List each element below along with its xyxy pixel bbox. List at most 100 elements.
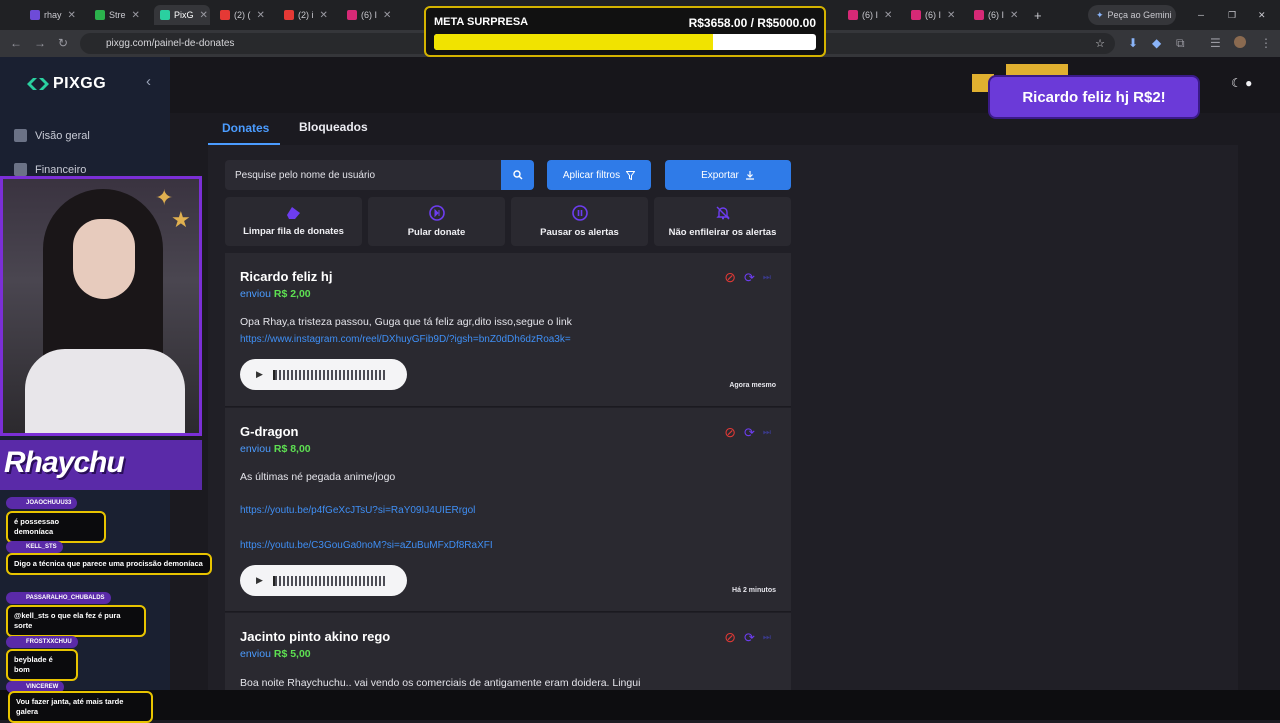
export-button[interactable]: Exportar — [665, 160, 791, 190]
browser-tab[interactable]: rhay ✕ — [30, 5, 90, 25]
donation-card: Ricardo feliz hj enviou R$ 2,00 ⊘ ⟳ ⏭ Op… — [225, 253, 791, 407]
goal-progress-fill — [434, 34, 714, 50]
close-tab-icon[interactable]: ✕ — [383, 10, 391, 21]
donor-name: Ricardo feliz hj — [240, 269, 333, 284]
donation-link[interactable]: https://www.instagram.com/reel/DXhuyGFib… — [240, 334, 571, 345]
skip-small-icon[interactable]: ⏭ — [763, 632, 771, 643]
block-icon[interactable]: ⊘ — [724, 424, 736, 441]
tab-favicon-icon — [160, 10, 170, 20]
donation-link[interactable]: https://youtu.be/C3GouGa0noM?si=aZuBuMFx… — [240, 540, 493, 551]
close-tab-icon[interactable]: ✕ — [947, 10, 955, 21]
browser-tab-active[interactable]: PixG ✕ — [154, 5, 210, 25]
browser-tab[interactable]: (6) I ✕ — [347, 5, 403, 25]
filter-icon — [626, 170, 636, 180]
search-input[interactable]: Pesquise pelo nome de usuário — [225, 160, 501, 190]
donation-actions: ⊘ ⟳ ⏭ — [724, 629, 771, 646]
extension-gem-icon[interactable]: ◆ — [1152, 36, 1161, 50]
donation-actions: ⊘ ⟳ ⏭ — [724, 269, 771, 286]
donation-link[interactable]: https://youtu.be/p4fGeXcJTsU?si=RaY09IJ4… — [240, 505, 475, 516]
tab-favicon-icon — [284, 10, 294, 20]
tab-favicon-icon — [220, 10, 230, 20]
gemini-button[interactable]: ✦ Peça ao Gemini — [1088, 5, 1176, 25]
replay-icon[interactable]: ⟳ — [744, 630, 755, 646]
streamer-shirt — [25, 349, 185, 433]
close-tab-icon[interactable]: ✕ — [884, 10, 892, 21]
search-button[interactable] — [501, 160, 534, 190]
audio-player[interactable]: ▶ — [240, 565, 407, 596]
tab-favicon-icon — [95, 10, 105, 20]
donation-time: Agora mesmo — [729, 382, 776, 389]
chat-message: Digo a técnica que parece uma procissão … — [6, 553, 212, 575]
audio-waveform[interactable] — [272, 575, 385, 586]
browser-tab[interactable]: (2) (✕ — [220, 5, 276, 25]
skip-donate-button[interactable]: Pular donate — [368, 197, 505, 246]
block-icon[interactable]: ⊘ — [724, 269, 736, 286]
bookmark-star-icon[interactable]: ☆ — [1095, 37, 1105, 50]
skip-small-icon[interactable]: ⏭ — [763, 272, 771, 283]
block-icon[interactable]: ⊘ — [724, 629, 736, 646]
forward-icon[interactable]: → — [34, 36, 46, 50]
close-tab-icon[interactable]: ✕ — [320, 10, 328, 21]
close-tab-icon[interactable]: ✕ — [257, 10, 265, 21]
replay-icon[interactable]: ⟳ — [744, 270, 755, 286]
tab-bloqueados[interactable]: Bloqueados — [299, 120, 368, 134]
close-tab-icon[interactable]: ✕ — [132, 10, 140, 21]
download-icon — [745, 171, 754, 180]
profile-avatar[interactable] — [1234, 36, 1246, 48]
audio-player[interactable]: ▶ — [240, 359, 407, 390]
donation-alert-overlay: Ricardo feliz hj R$2! — [990, 77, 1198, 117]
menu-icon[interactable]: ⋮ — [1260, 36, 1272, 50]
close-tab-icon[interactable]: ✕ — [200, 10, 208, 21]
reload-icon[interactable]: ↻ — [58, 36, 68, 50]
theme-toggle-icon[interactable]: ☾ ● — [1231, 76, 1252, 90]
reading-list-icon[interactable]: ☰ — [1210, 36, 1221, 50]
no-queue-alerts-button[interactable]: Não enfileirar os alertas — [654, 197, 791, 246]
pause-icon — [571, 205, 588, 221]
tab-donates[interactable]: Donates — [222, 121, 269, 135]
download-icon[interactable]: ⬇ — [1128, 36, 1138, 50]
audio-waveform[interactable] — [272, 369, 385, 380]
chat-message: beyblade é bom — [6, 649, 78, 681]
star-icon: ★ — [171, 207, 191, 232]
search-icon — [512, 170, 522, 180]
browser-tab[interactable]: Stre ✕ — [95, 5, 153, 25]
skip-small-icon[interactable]: ⏭ — [763, 427, 771, 438]
close-window-icon[interactable]: ✕ — [1258, 5, 1266, 25]
donation-amount: enviou R$ 8,00 — [240, 443, 311, 455]
chat-username: PASSARALHO_CHUBALDS — [6, 592, 111, 604]
extensions-icon[interactable]: ⧉ — [1176, 36, 1185, 51]
collapse-sidebar-icon[interactable]: ‹ — [146, 73, 151, 90]
clear-queue-button[interactable]: Limpar fila de donates — [225, 197, 362, 246]
browser-tab[interactable]: (6) I ✕ — [911, 5, 967, 25]
play-icon[interactable]: ▶ — [256, 369, 263, 380]
browser-tab[interactable]: (2) i ✕ — [284, 5, 340, 25]
goal-title: META SURPRESA — [434, 16, 529, 28]
pixgg-logo[interactable]: PIXGG — [27, 75, 106, 93]
tab-favicon-icon — [30, 10, 40, 20]
apply-filters-button[interactable]: Aplicar filtros — [547, 160, 651, 190]
bell-off-icon — [715, 206, 730, 220]
browser-tab[interactable]: (6) I ✕ — [974, 5, 1030, 25]
pause-alerts-button[interactable]: Pausar os alertas — [511, 197, 648, 246]
back-icon[interactable]: ← — [10, 36, 22, 50]
sparkle-icon: ✦ — [1096, 9, 1104, 20]
minimize-icon[interactable]: ─ — [1198, 5, 1204, 25]
donor-name: Jacinto pinto akino rego — [240, 629, 391, 644]
donation-message: As últimas né pegada anime/jogo — [240, 471, 396, 483]
close-tab-icon[interactable]: ✕ — [68, 10, 76, 21]
close-tab-icon[interactable]: ✕ — [1010, 10, 1018, 21]
chat-message: @kell_sts o que ela fez é pura sorte — [6, 605, 146, 637]
webcam-overlay: ✦ ★ — [0, 176, 202, 436]
play-icon[interactable]: ▶ — [256, 575, 263, 586]
browser-tab[interactable]: (6) I ✕ — [848, 5, 904, 25]
replay-icon[interactable]: ⟳ — [744, 425, 755, 441]
sidebar-item-overview[interactable]: Visão geral — [14, 129, 90, 142]
chat-message: é possessao demoníaca — [6, 511, 106, 543]
bottom-strip — [0, 690, 1280, 720]
tab-favicon-icon — [911, 10, 921, 20]
new-tab-button[interactable]: + — [1034, 5, 1042, 25]
sidebar-item-financial[interactable]: Financeiro — [14, 163, 86, 176]
donation-actions: ⊘ ⟳ ⏭ — [724, 424, 771, 441]
streamer-face — [73, 219, 135, 299]
maximize-icon[interactable]: ❐ — [1228, 5, 1236, 25]
